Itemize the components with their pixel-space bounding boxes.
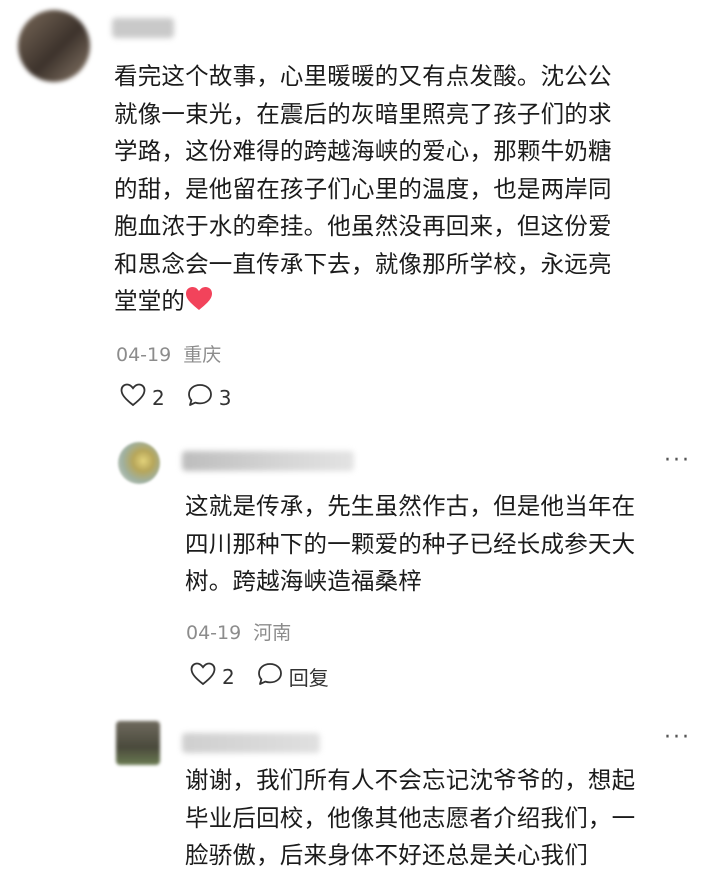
reply-line: 树。跨越海峡造福桑梓 (185, 567, 422, 595)
reply-count: 3 (218, 385, 232, 410)
reply-text: 这就是传承，先生虽然作古，但是他当年在 四川那种下的一颗爱的种子已经长成参天大 … (185, 488, 705, 601)
reply-count-button[interactable]: 3 (187, 383, 232, 412)
comment-line-last: 堂堂的 (114, 283, 714, 324)
like-button[interactable]: 2 (190, 662, 235, 691)
reply-line: 毕业后回校，他像其他志愿者介绍我们，一 (185, 803, 636, 832)
reply-line: 谢谢，我们所有人不会忘记沈爷爷的，想起 (185, 766, 636, 794)
like-count: 2 (222, 664, 235, 689)
reply-comment: ··· 这就是传承，先生虽然作古，但是他当年在 四川那种下的一颗爱的种子已经长成… (0, 430, 720, 700)
avatar[interactable] (116, 721, 160, 765)
red-heart-emoji-icon (185, 286, 213, 324)
heart-outline-icon (120, 383, 152, 412)
comment-line: 看完这个故事，心里暖暖的又有点发酸。沈公公 (114, 62, 612, 90)
chat-bubble-icon (187, 383, 219, 412)
chat-bubble-icon (257, 662, 289, 691)
reply-date: 04-19 (186, 622, 242, 644)
comment-line: 就像一束光，在震后的灰暗里照亮了孩子们的求 (114, 99, 612, 128)
reply-actions: 2 回复 (190, 662, 351, 691)
reply-line: 这就是传承，先生虽然作古，但是他当年在 (185, 492, 636, 520)
reply-location: 河南 (253, 622, 292, 644)
comment-actions: 2 3 (120, 383, 253, 412)
like-count: 2 (152, 385, 165, 410)
reply-line: 脸骄傲，后来身体不好还总是关心我们 (185, 841, 588, 869)
avatar[interactable] (118, 442, 160, 484)
comment-text: 看完这个故事，心里暖暖的又有点发酸。沈公公 就像一束光，在震后的灰暗里照亮了孩子… (114, 58, 714, 324)
reply-text: 谢谢，我们所有人不会忘记沈爷爷的，想起 毕业后回校，他像其他志愿者介绍我们，一 … (185, 762, 705, 875)
reply-button[interactable]: 回复 (257, 662, 329, 691)
username-blurred[interactable] (112, 18, 174, 38)
comment-line: 和思念会一直传承下去，就像那所学校，永远亮 (114, 249, 612, 278)
comment-date: 04-19 (116, 344, 172, 366)
like-button[interactable]: 2 (120, 383, 165, 412)
avatar[interactable] (18, 10, 90, 82)
reply-line: 四川那种下的一颗爱的种子已经长成参天大 (185, 529, 636, 558)
comment-line: 堂堂的 (114, 287, 186, 315)
comment-line: 的甜，是他留在孩子们心里的温度，也是两岸同 (114, 174, 612, 203)
comment-meta: 04-19 重庆 (116, 340, 221, 367)
comment-line: 胞血浓于水的牵挂。他虽然没再回来，但这份爱 (114, 212, 612, 240)
reply-meta: 04-19 河南 (186, 618, 291, 645)
more-dots-icon[interactable]: ··· (664, 725, 691, 750)
heart-outline-icon (190, 662, 222, 691)
reply-label: 回复 (288, 666, 329, 690)
comment-main: 看完这个故事，心里暖暖的又有点发酸。沈公公 就像一束光，在震后的灰暗里照亮了孩子… (0, 0, 720, 430)
comment-line: 学路，这份难得的跨越海峡的爱心，那颗牛奶糖 (114, 137, 612, 165)
username-blurred[interactable] (182, 451, 354, 471)
comment-location: 重庆 (183, 344, 222, 366)
reply-comment: ··· 谢谢，我们所有人不会忘记沈爷爷的，想起 毕业后回校，他像其他志愿者介绍我… (0, 705, 720, 869)
username-blurred[interactable] (182, 733, 320, 753)
more-dots-icon[interactable]: ··· (664, 448, 691, 473)
